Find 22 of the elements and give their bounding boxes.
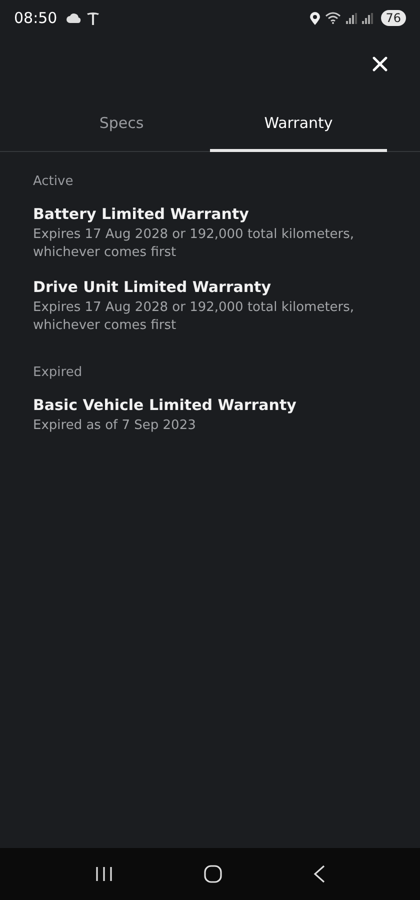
close-icon[interactable]	[372, 56, 388, 72]
warranty-title: Basic Vehicle Limited Warranty	[33, 396, 298, 414]
wifi-icon	[324, 12, 341, 24]
signal-icon	[362, 12, 373, 24]
warranty-description: Expires 17 Aug 2028 or 192,000 total kilometers, whichever comes first	[33, 299, 356, 335]
recent-apps-icon[interactable]	[95, 866, 114, 882]
tab[interactable]: Specs	[33, 104, 210, 152]
section-heading: Expired	[33, 365, 84, 380]
warranty-description: Expired as of 7 Sep 2023	[33, 417, 197, 435]
home-icon[interactable]	[204, 865, 222, 883]
tab[interactable]: Warranty	[210, 104, 387, 152]
cloud-icon	[66, 12, 82, 24]
signal-icon	[346, 12, 357, 24]
section-heading: Active	[33, 174, 74, 189]
car-logo-icon	[87, 12, 100, 24]
location-icon	[310, 12, 320, 24]
warranty-description: Expires 17 Aug 2028 or 192,000 total kilometers, whichever comes first	[33, 226, 356, 262]
warranty-title: Battery Limited Warranty	[33, 205, 250, 223]
back-icon[interactable]	[312, 865, 325, 883]
battery-level: 76	[380, 10, 406, 26]
status-time: 08:50	[14, 9, 58, 27]
warranty-title: Drive Unit Limited Warranty	[33, 278, 272, 296]
